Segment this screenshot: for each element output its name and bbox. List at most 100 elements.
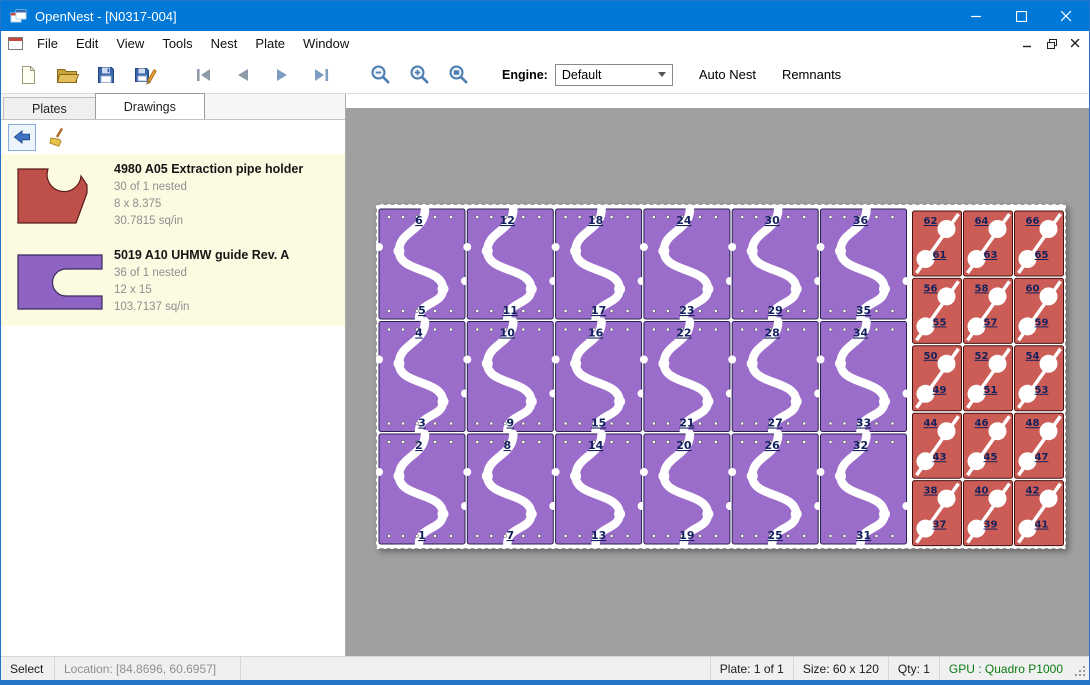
nav-next-icon[interactable] bbox=[267, 60, 297, 90]
nest-part-pair-red[interactable]: 4847 bbox=[1015, 413, 1064, 478]
nav-last-icon[interactable] bbox=[306, 60, 336, 90]
nest-part-pair-purple[interactable]: 2019 bbox=[640, 434, 734, 544]
nest-part-pair-red[interactable]: 5857 bbox=[964, 278, 1013, 343]
nest-part-pair-purple[interactable]: 2423 bbox=[640, 209, 734, 319]
nest-part-pair-purple[interactable]: 1615 bbox=[552, 322, 646, 432]
nest-part-pair-red[interactable]: 5453 bbox=[1015, 346, 1064, 411]
engine-value: Default bbox=[562, 68, 602, 82]
open-folder-icon[interactable] bbox=[52, 60, 82, 90]
svg-text:28: 28 bbox=[765, 327, 780, 340]
list-item[interactable]: 4980 A05 Extraction pipe holder 30 of 1 … bbox=[1, 154, 345, 240]
drawing-name: 4980 A05 Extraction pipe holder bbox=[114, 162, 303, 176]
svg-text:65: 65 bbox=[1035, 250, 1049, 261]
svg-text:26: 26 bbox=[765, 439, 781, 452]
back-arrow-button[interactable] bbox=[8, 124, 36, 151]
app-window: OpenNest - [N0317-004] File Edit View To… bbox=[0, 0, 1090, 685]
nest-part-pair-purple[interactable]: 3433 bbox=[817, 322, 911, 432]
svg-text:54: 54 bbox=[1026, 351, 1040, 362]
close-button[interactable] bbox=[1044, 1, 1089, 31]
nest-part-pair-red[interactable]: 4645 bbox=[964, 413, 1013, 478]
tab-plates[interactable]: Plates bbox=[3, 97, 96, 119]
menu-tools[interactable]: Tools bbox=[153, 31, 201, 56]
list-item[interactable]: 5019 A10 UHMW guide Rev. A 36 of 1 neste… bbox=[1, 240, 345, 326]
mdi-restore-button[interactable] bbox=[1041, 33, 1062, 54]
remnants-button[interactable]: Remnants bbox=[782, 67, 841, 82]
svg-text:43: 43 bbox=[933, 452, 947, 463]
nest-part-pair-purple[interactable]: 65 bbox=[376, 209, 469, 319]
nest-part-pair-purple[interactable]: 3635 bbox=[817, 209, 911, 319]
nav-prev-icon[interactable] bbox=[228, 60, 258, 90]
nest-part-pair-purple[interactable]: 2625 bbox=[728, 434, 822, 544]
svg-text:50: 50 bbox=[924, 351, 938, 362]
menu-nest[interactable]: Nest bbox=[202, 31, 247, 56]
nest-part-pair-purple[interactable]: 87 bbox=[463, 434, 557, 544]
tabstrip: Plates Drawings bbox=[1, 94, 345, 120]
svg-text:8: 8 bbox=[503, 439, 511, 452]
nest-part-pair-purple[interactable]: 2221 bbox=[640, 322, 734, 432]
zoom-fit-icon[interactable] bbox=[443, 60, 473, 90]
nest-part-pair-red[interactable]: 66 65 bbox=[1015, 211, 1064, 276]
zoom-in-icon[interactable] bbox=[404, 60, 434, 90]
save-as-icon[interactable] bbox=[130, 60, 160, 90]
nest-part-pair-purple[interactable]: 2827 bbox=[728, 322, 822, 432]
svg-text:13: 13 bbox=[591, 529, 606, 542]
drawing-nested: 36 of 1 nested bbox=[114, 265, 289, 282]
minimize-button[interactable] bbox=[954, 1, 999, 31]
mdi-child-icon[interactable] bbox=[8, 37, 23, 50]
svg-text:30: 30 bbox=[765, 214, 781, 227]
zoom-out-icon[interactable] bbox=[365, 60, 395, 90]
mdi-minimize-button[interactable] bbox=[1017, 33, 1038, 54]
svg-text:58: 58 bbox=[975, 283, 989, 294]
nest-part-pair-purple[interactable]: 14 13 bbox=[552, 434, 646, 544]
new-document-icon[interactable] bbox=[13, 60, 43, 90]
auto-nest-button[interactable]: Auto Nest bbox=[699, 67, 756, 82]
svg-text:46: 46 bbox=[975, 418, 989, 429]
plate-svg[interactable]: 6512111817242330293635431091615222128273… bbox=[376, 204, 1066, 549]
menu-plate[interactable]: Plate bbox=[246, 31, 294, 56]
nest-part-pair-purple[interactable]: 3231 bbox=[817, 434, 911, 544]
svg-text:33: 33 bbox=[856, 417, 871, 430]
menu-window[interactable]: Window bbox=[294, 31, 358, 56]
nest-part-pair-red[interactable]: 4241 bbox=[1015, 481, 1064, 546]
clean-button[interactable] bbox=[44, 124, 72, 151]
menu-file[interactable]: File bbox=[28, 31, 67, 56]
mdi-close-button[interactable] bbox=[1065, 33, 1086, 54]
nest-part-pair-red[interactable]: 5049 bbox=[913, 346, 962, 411]
nest-part-pair-red[interactable]: 6261 bbox=[913, 211, 962, 276]
svg-text:4: 4 bbox=[415, 327, 423, 340]
nest-canvas[interactable]: 6512111817242330293635431091615222128273… bbox=[346, 94, 1089, 656]
svg-text:66: 66 bbox=[1026, 216, 1040, 227]
item-text: 4980 A05 Extraction pipe holder 30 of 1 … bbox=[114, 162, 303, 230]
svg-text:14: 14 bbox=[588, 439, 604, 452]
svg-text:2: 2 bbox=[415, 439, 423, 452]
nest-plate[interactable]: 6512111817242330293635431091615222128273… bbox=[376, 204, 1066, 549]
tab-drawings[interactable]: Drawings bbox=[95, 93, 205, 119]
nest-part-pair-red[interactable]: 6463 bbox=[964, 211, 1013, 276]
nest-part-pair-purple[interactable]: 1211 bbox=[463, 209, 557, 319]
nest-part-pair-purple[interactable]: 3029 bbox=[728, 209, 822, 319]
window-title: OpenNest - [N0317-004] bbox=[35, 9, 177, 24]
nest-part-pair-purple[interactable]: 1817 bbox=[552, 209, 646, 319]
nest-part-pair-purple[interactable]: 21 bbox=[376, 434, 469, 544]
nest-part-pair-red[interactable]: 4443 bbox=[913, 413, 962, 478]
nest-part-pair-purple[interactable]: 109 bbox=[463, 322, 557, 432]
back-arrow-icon bbox=[12, 129, 32, 145]
save-icon[interactable] bbox=[91, 60, 121, 90]
resize-grip[interactable] bbox=[1072, 657, 1089, 680]
chevron-down-icon bbox=[658, 72, 666, 77]
maximize-button[interactable] bbox=[999, 1, 1044, 31]
nest-part-pair-red[interactable]: 4039 bbox=[964, 481, 1013, 546]
drawing-area: 30.7815 sq/in bbox=[114, 213, 303, 230]
nest-part-pair-red[interactable]: 6059 bbox=[1015, 278, 1064, 343]
nest-part-pair-red[interactable]: 5655 bbox=[913, 278, 962, 343]
nest-part-pair-red[interactable]: 5251 bbox=[964, 346, 1013, 411]
menu-view[interactable]: View bbox=[107, 31, 153, 56]
nest-part-pair-red[interactable]: 3837 bbox=[913, 481, 962, 546]
svg-text:39: 39 bbox=[984, 520, 998, 531]
engine-select[interactable]: Default bbox=[555, 64, 673, 86]
menu-edit[interactable]: Edit bbox=[67, 31, 107, 56]
nest-part-pair-purple[interactable]: 43 bbox=[376, 322, 469, 432]
nav-first-icon[interactable] bbox=[189, 60, 219, 90]
engine-label: Engine: bbox=[502, 68, 548, 82]
svg-text:17: 17 bbox=[591, 304, 606, 317]
